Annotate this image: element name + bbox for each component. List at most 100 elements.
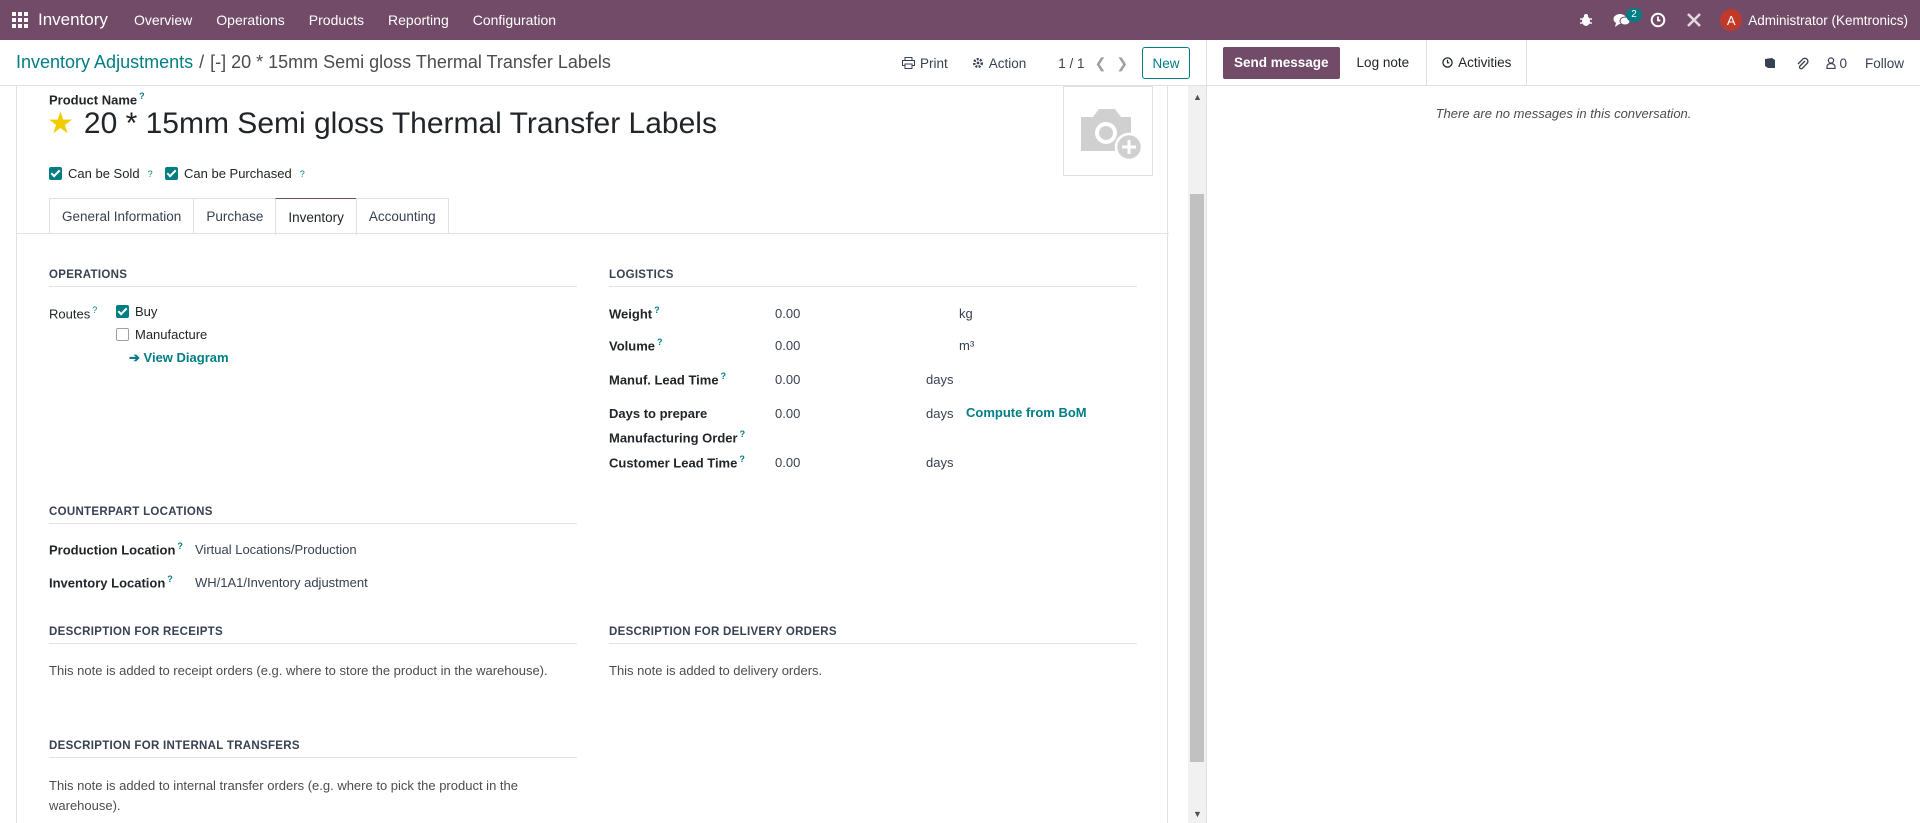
view-diagram-link[interactable]: ➔ View Diagram: [129, 350, 229, 366]
messages-icon[interactable]: 2: [1604, 0, 1642, 40]
scrollbar-thumb[interactable]: [1190, 194, 1204, 762]
production-location-value[interactable]: Virtual Locations/Production: [195, 542, 357, 557]
internal-section-title: DESCRIPTION FOR INTERNAL TRANSFERS: [49, 740, 577, 758]
apps-menu-icon[interactable]: [0, 0, 40, 40]
manuf-lead-time-value[interactable]: 0.00: [775, 372, 800, 387]
app-name[interactable]: Inventory: [38, 10, 108, 30]
followers-button[interactable]: 0: [1818, 56, 1855, 71]
log-note-button[interactable]: Log note: [1340, 40, 1427, 86]
arrow-right-icon: ➔: [129, 350, 140, 365]
user-icon: [1826, 57, 1837, 69]
action-label: Action: [988, 55, 1027, 71]
tab-inventory[interactable]: Inventory: [275, 198, 357, 235]
volume-value[interactable]: 0.00: [775, 338, 800, 353]
pager-previous-icon[interactable]: ❮: [1095, 55, 1107, 72]
followers-count: 0: [1839, 55, 1847, 71]
book-icon[interactable]: [1754, 57, 1786, 69]
manuf-lead-time-unit: days: [926, 372, 954, 387]
menu-overview[interactable]: Overview: [122, 0, 204, 40]
activities-button[interactable]: Activities: [1426, 39, 1528, 86]
tab-purchase[interactable]: Purchase: [193, 198, 277, 234]
gear-icon: [972, 58, 983, 68]
days-to-prepare-value[interactable]: 0.00: [775, 406, 800, 421]
pager-value[interactable]: 1 / 1: [1058, 56, 1084, 71]
receipts-note[interactable]: This note is added to receipt orders (e.…: [49, 663, 548, 678]
can-be-purchased-field: Can be Purchased?: [165, 166, 305, 181]
user-menu[interactable]: A Administrator (Kemtronics): [1712, 9, 1920, 31]
manuf-lead-time-label: Manuf. Lead Time?: [609, 371, 727, 388]
operations-section-title: OPERATIONS: [49, 269, 577, 287]
days-to-prepare-unit: days: [926, 406, 954, 421]
user-name: Administrator (Kemtronics): [1748, 12, 1908, 28]
counterpart-section-title: COUNTERPART LOCATIONS: [49, 506, 577, 524]
can-be-sold-label: Can be Sold: [68, 166, 140, 181]
can-be-sold-checkbox[interactable]: [49, 167, 62, 180]
tab-divider: [17, 233, 1169, 234]
route-buy-field: Buy: [116, 304, 157, 319]
route-manufacture-checkbox[interactable]: [116, 328, 129, 341]
route-buy-label: Buy: [135, 304, 158, 319]
weight-value[interactable]: 0.00: [775, 306, 800, 321]
customer-lead-time-value[interactable]: 0.00: [775, 455, 800, 470]
print-icon: [902, 57, 915, 69]
menu-configuration[interactable]: Configuration: [461, 0, 568, 40]
paperclip-icon[interactable]: [1786, 57, 1818, 70]
product-image-placeholder[interactable]: [1063, 86, 1153, 176]
activity-clock-icon[interactable]: [1640, 0, 1676, 40]
delivery-note[interactable]: This note is added to delivery orders.: [609, 663, 822, 678]
product-title-row: ★ 20 * 15mm Semi gloss Thermal Transfer …: [47, 106, 717, 141]
action-button[interactable]: Action: [972, 55, 1027, 71]
scroll-up-icon[interactable]: ▲: [1193, 92, 1202, 102]
inventory-location-label: Inventory Location?: [49, 574, 173, 591]
compute-from-bom-button[interactable]: Compute from BoM: [966, 405, 1087, 420]
route-manufacture-label: Manufacture: [135, 327, 208, 342]
top-navbar: Inventory Overview Operations Products R…: [0, 0, 1920, 40]
can-be-purchased-label: Can be Purchased: [184, 166, 292, 181]
tab-general-information[interactable]: General Information: [49, 198, 195, 234]
product-name[interactable]: 20 * 15mm Semi gloss Thermal Transfer La…: [84, 107, 717, 141]
tab-accounting[interactable]: Accounting: [355, 198, 449, 234]
product-name-label: Product Name?: [49, 91, 145, 108]
inventory-location-value[interactable]: WH/1A1/Inventory adjustment: [195, 575, 368, 590]
clock-icon: [1442, 57, 1453, 68]
pager: 1 / 1 ❮ ❯: [1058, 55, 1128, 72]
debug-bug-icon[interactable]: [1568, 0, 1604, 40]
form-scrollbar[interactable]: ▲ ▼: [1188, 86, 1206, 823]
customer-lead-time-label: Customer Lead Time?: [609, 454, 745, 471]
pager-next-icon[interactable]: ❯: [1116, 55, 1128, 72]
volume-unit: m³: [959, 338, 975, 353]
can-be-sold-field: Can be Sold?: [49, 166, 153, 181]
systray: 2 A Administrator (Kemtronics): [1568, 0, 1920, 40]
menu-operations[interactable]: Operations: [204, 0, 296, 40]
route-manufacture-field: Manufacture: [116, 327, 207, 342]
logistics-section-title: LOGISTICS: [609, 269, 1137, 287]
internal-note[interactable]: This note is added to internal transfer …: [49, 776, 518, 816]
menu-products[interactable]: Products: [297, 0, 376, 40]
chatter-tools: 0 Follow: [1754, 40, 1920, 86]
menu-reporting[interactable]: Reporting: [376, 0, 461, 40]
weight-label: Weight?: [609, 305, 660, 322]
breadcrumb-parent[interactable]: Inventory Adjustments: [16, 52, 193, 73]
control-panel: Inventory Adjustments / [-] 20 * 15mm Se…: [0, 40, 1206, 86]
tools-icon[interactable]: [1676, 0, 1712, 40]
form-sheet: Product Name? ★ 20 * 15mm Semi gloss The…: [16, 86, 1169, 823]
chatter-topbar: Send message Log note Activities 0 Follo…: [1207, 39, 1920, 86]
weight-unit: kg: [959, 306, 973, 321]
scroll-down-icon[interactable]: ▼: [1193, 809, 1202, 819]
volume-label: Volume?: [609, 337, 663, 354]
new-button[interactable]: New: [1142, 47, 1190, 79]
print-button[interactable]: Print: [902, 56, 948, 71]
routes-label: Routes?: [49, 305, 98, 322]
breadcrumb-separator: /: [199, 52, 205, 72]
print-label: Print: [920, 55, 948, 71]
follow-button[interactable]: Follow: [1855, 56, 1920, 71]
can-be-purchased-checkbox[interactable]: [165, 167, 178, 180]
route-buy-checkbox[interactable]: [116, 305, 129, 318]
avatar: A: [1720, 9, 1743, 31]
receipts-section-title: DESCRIPTION FOR RECEIPTS: [49, 626, 577, 644]
favorite-star-icon[interactable]: ★: [47, 106, 74, 141]
record-actions: Print Action 1 / 1 ❮ ❯: [902, 40, 1128, 86]
send-message-button[interactable]: Send message: [1223, 46, 1340, 79]
camera-plus-icon: [1081, 109, 1143, 161]
form-view: Product Name? ★ 20 * 15mm Semi gloss The…: [0, 86, 1188, 823]
